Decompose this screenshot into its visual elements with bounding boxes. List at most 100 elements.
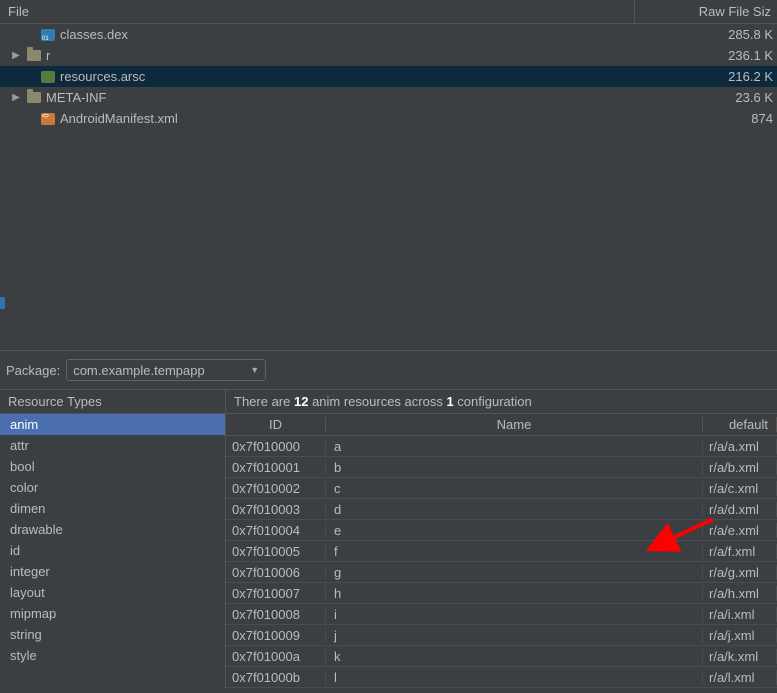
cell-name: i [326,607,703,622]
cell-name: b [326,460,703,475]
resource-row[interactable]: 0x7f010001br/a/b.xml [226,457,777,478]
tree-row[interactable]: resources.arsc216.2 K [0,66,777,87]
cell-name: g [326,565,703,580]
cell-id: 0x7f010008 [226,607,326,622]
header-file[interactable]: File [0,0,635,23]
cell-default: r/a/a.xml [703,439,777,454]
type-row-attr[interactable]: attr [0,435,225,456]
file-tree-panel: File Raw File Siz classes.dex285.8 K ▶ r 23… [0,0,777,350]
cell-id: 0x7f010003 [226,502,326,517]
cell-name: c [326,481,703,496]
package-value: com.example.tempapp [73,363,205,378]
gutter-marker [0,297,5,309]
xml-icon [40,113,56,125]
resource-row[interactable]: 0x7f010004er/a/e.xml [226,520,777,541]
resource-row[interactable]: 0x7f01000akr/a/k.xml [226,646,777,667]
chevron-down-icon: ▼ [250,365,259,375]
resource-types-list[interactable]: animattrboolcolordimendrawableidintegerl… [0,414,225,666]
tree-row[interactable]: ▶r236.1 K [0,45,777,66]
cell-default: r/a/d.xml [703,502,777,517]
tree-row[interactable]: AndroidManifest.xml874 [0,108,777,129]
resource-table-body[interactable]: 0x7f010000ar/a/a.xml0x7f010001br/a/b.xml… [226,436,777,688]
cell-name: d [326,502,703,517]
cell-default: r/a/f.xml [703,544,777,559]
cell-default: r/a/g.xml [703,565,777,580]
cell-id: 0x7f01000a [226,649,326,664]
cell-default: r/a/h.xml [703,586,777,601]
cell-name: h [326,586,703,601]
tree-label: AndroidManifest.xml [60,111,637,126]
cell-name: f [326,544,703,559]
resource-row[interactable]: 0x7f010006gr/a/g.xml [226,562,777,583]
resource-row[interactable]: 0x7f01000blr/a/l.xml [226,667,777,688]
tree-size: 216.2 K [637,69,777,84]
cell-name: e [326,523,703,538]
cell-default: r/a/i.xml [703,607,777,622]
file-tree-header: File Raw File Siz [0,0,777,24]
expand-arrow-icon[interactable]: ▶ [10,50,22,61]
resource-row[interactable]: 0x7f010009jr/a/j.xml [226,625,777,646]
cell-default: r/a/j.xml [703,628,777,643]
cell-default: r/a/c.xml [703,481,777,496]
folder-icon [26,92,42,103]
cell-id: 0x7f010005 [226,544,326,559]
resource-types-panel: Resource Types animattrboolcolordimendra… [0,390,226,688]
package-bar: Package: com.example.tempapp ▼ [0,351,777,389]
type-row-mipmap[interactable]: mipmap [0,603,225,624]
tree-size: 285.8 K [637,27,777,42]
resource-panel: Package: com.example.tempapp ▼ Resource … [0,350,777,688]
cell-name: l [326,670,703,685]
cell-default: r/a/k.xml [703,649,777,664]
type-row-drawable[interactable]: drawable [0,519,225,540]
tree-label: resources.arsc [60,69,637,84]
type-row-color[interactable]: color [0,477,225,498]
resource-row[interactable]: 0x7f010005fr/a/f.xml [226,541,777,562]
type-row-dimen[interactable]: dimen [0,498,225,519]
resource-row[interactable]: 0x7f010000ar/a/a.xml [226,436,777,457]
cell-id: 0x7f010002 [226,481,326,496]
resource-row[interactable]: 0x7f010008ir/a/i.xml [226,604,777,625]
resource-row[interactable]: 0x7f010003dr/a/d.xml [226,499,777,520]
type-row-layout[interactable]: layout [0,582,225,603]
cell-default: r/a/l.xml [703,670,777,685]
tree-label: r [46,48,637,63]
tree-row[interactable]: ▶ META-INF23.6 K [0,87,777,108]
dex-icon [40,29,56,41]
resource-table-panel: There are 12 anim resources across 1 con… [226,390,777,688]
folder-icon [26,50,42,61]
cell-id: 0x7f010000 [226,439,326,454]
type-row-integer[interactable]: integer [0,561,225,582]
type-row-bool[interactable]: bool [0,456,225,477]
package-label: Package: [6,363,60,378]
cell-name: j [326,628,703,643]
resource-types-header: Resource Types [0,390,225,414]
cell-name: k [326,649,703,664]
package-select[interactable]: com.example.tempapp ▼ [66,359,266,381]
resource-row[interactable]: 0x7f010002cr/a/c.xml [226,478,777,499]
resource-summary: There are 12 anim resources across 1 con… [226,390,777,414]
header-rawsize[interactable]: Raw File Siz [635,0,777,23]
tree-label: classes.dex [60,27,637,42]
col-name[interactable]: Name [326,417,703,432]
resource-row[interactable]: 0x7f010007hr/a/h.xml [226,583,777,604]
cell-id: 0x7f010007 [226,586,326,601]
cell-id: 0x7f010001 [226,460,326,475]
expand-arrow-icon[interactable]: ▶ [10,92,22,103]
cell-default: r/a/e.xml [703,523,777,538]
type-row-string[interactable]: string [0,624,225,645]
tree-row[interactable]: classes.dex285.8 K [0,24,777,45]
arsc-icon [40,71,56,83]
col-default[interactable]: default [703,417,777,432]
resource-table-header: ID Name default [226,414,777,436]
file-tree[interactable]: classes.dex285.8 K▶r236.1 Kresources.ars… [0,24,777,350]
cell-id: 0x7f010004 [226,523,326,538]
type-row-id[interactable]: id [0,540,225,561]
cell-id: 0x7f010009 [226,628,326,643]
type-row-style[interactable]: style [0,645,225,666]
cell-default: r/a/b.xml [703,460,777,475]
tree-label: META-INF [46,90,637,105]
cell-id: 0x7f01000b [226,670,326,685]
type-row-anim[interactable]: anim [0,414,225,435]
tree-size: 23.6 K [637,90,777,105]
col-id[interactable]: ID [226,417,326,432]
